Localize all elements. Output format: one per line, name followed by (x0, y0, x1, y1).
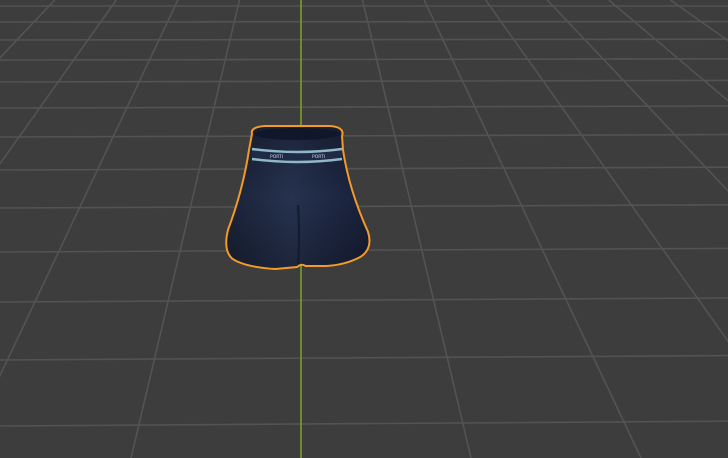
grid-line-depth (669, 0, 728, 42)
grid-line-depth (485, 0, 728, 343)
grid-line-horizontal (0, 58, 728, 61)
grid-line-horizontal (0, 38, 728, 41)
grid-line-horizontal (0, 166, 728, 171)
3d-viewport[interactable]: PORTI PORTI (0, 0, 728, 458)
grid-line-horizontal (0, 79, 728, 83)
grid-line-depth (0, 0, 179, 378)
grid-line-depth (361, 0, 472, 458)
grid-line-depth (423, 0, 642, 458)
grid-line-horizontal (0, 297, 728, 303)
grid-line-horizontal (0, 354, 728, 361)
grid-line-depth (130, 0, 241, 458)
grid-line-horizontal (0, 133, 728, 138)
grid-line-depth (0, 0, 117, 166)
grid-line-horizontal (0, 204, 728, 209)
leg-crease (297, 204, 300, 265)
shorts-mesh[interactable]: PORTI PORTI (225, 125, 371, 270)
grid-line-horizontal (0, 105, 728, 109)
grid-line-depth (608, 0, 728, 102)
viewport-canvas[interactable]: PORTI PORTI (0, 0, 728, 458)
grid-line-depth (0, 0, 56, 59)
grid-line-horizontal (0, 420, 728, 427)
waistband-text-right: PORTI (312, 154, 325, 160)
grid-line-depth (546, 0, 728, 193)
waist-opening (254, 128, 340, 140)
waistband-text-left: PORTI (270, 154, 283, 160)
